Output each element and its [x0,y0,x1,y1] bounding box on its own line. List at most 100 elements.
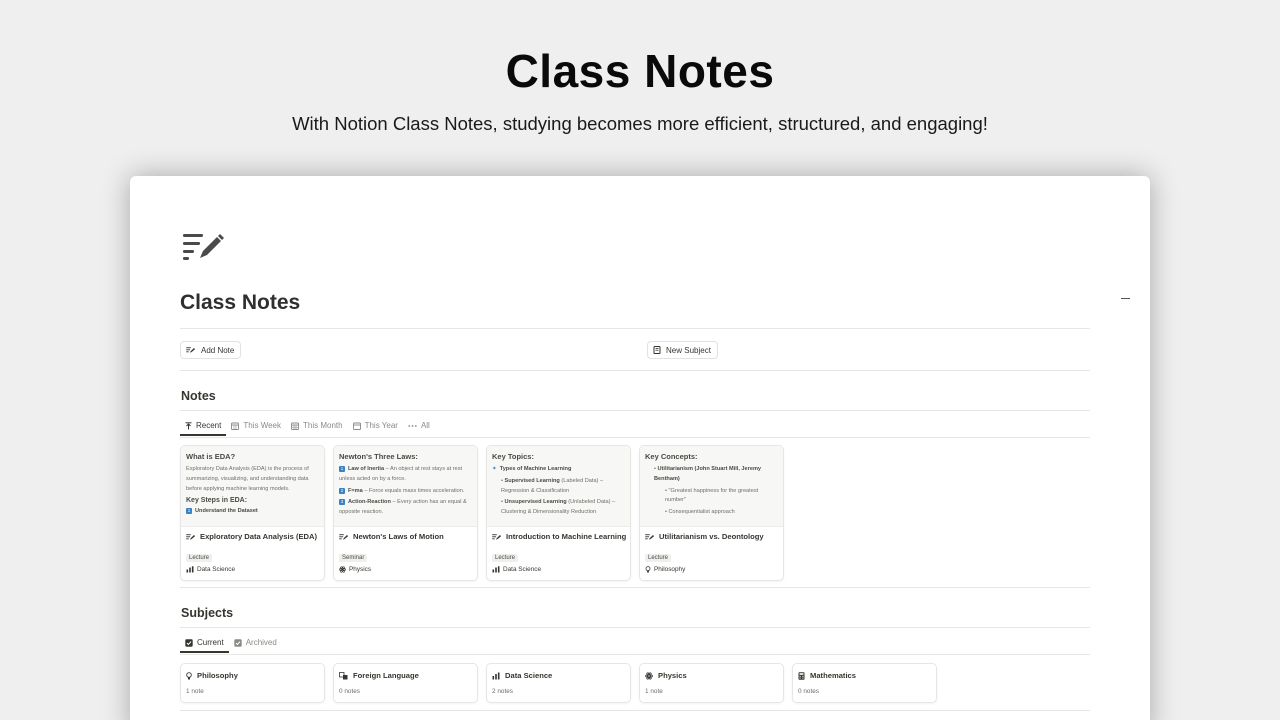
notion-page-window: Class Notes Add Note New Subject Notes R… [130,176,1150,720]
note-count: 2 notes [492,688,513,695]
type-tag: Lecture [186,554,213,562]
divider [180,370,1090,371]
new-subject-button[interactable]: New Subject [647,341,718,359]
preview-list-item: • Consequentialist approach [645,508,778,518]
notes-edit-icon [645,533,655,540]
notes-section-title: Notes [181,389,216,403]
preview-list-item: 1 Law of Inertia – An object at rest stay… [339,465,472,485]
subject-property: Data Science [186,566,319,573]
tab-archived[interactable]: Archived [229,638,282,653]
tab-label: Archived [245,638,277,647]
preview-item-text: Consequentialist approach [668,509,735,516]
preview-item-bold: Types of Machine Learning [499,466,572,472]
calculator-icon [798,671,805,680]
subject-card-physics[interactable]: Physics 1 note [639,663,784,703]
new-subject-label: New Subject [666,345,711,355]
preview-item-bold: Utilitarianism (John Stuart Mill, Jeremy… [654,466,762,482]
note-card[interactable]: Newton's Three Laws: 1 Law of Inertia – A… [333,445,478,581]
card-title-text: Exploratory Data Analysis (EDA) [200,532,318,541]
subjects-gallery: Philosophy 1 note Foreign Language 0 not… [180,663,937,703]
card-preview: Key Topics: ✦ Types of Machine Learning •… [487,446,630,527]
preview-heading: Key Concepts: [645,452,698,461]
notes-view-tabs: Recent This Week This Month This Year Al… [180,421,435,436]
tab-current[interactable]: Current [180,638,229,653]
tab-recent[interactable]: Recent [180,421,227,436]
note-card[interactable]: Key Topics: ✦ Types of Machine Learning •… [486,445,631,581]
preview-heading: What is EDA? [186,452,236,461]
subject-card-philosophy[interactable]: Philosophy 1 note [180,663,325,703]
bulb-icon [645,566,651,573]
subject-label: Philosophy [654,566,686,573]
subject-title: Data Science [492,671,625,680]
calendar-month-icon [291,422,299,430]
note-count: 1 note [645,688,663,695]
subject-title: Physics [645,671,778,680]
tab-all[interactable]: All [403,421,435,436]
subject-card-data-science[interactable]: Data Science 2 notes [486,663,631,703]
notes-edit-icon [186,347,196,353]
card-title: Utilitarianism vs. Deontology [645,532,778,541]
note-card[interactable]: What is EDA? Exploratory Data Analysis (… [180,445,325,581]
tab-label: This Month [303,421,343,430]
note-count: 0 notes [798,688,819,695]
preview-list-item: 2 F=ma – Force equals mass times accelera… [339,487,472,497]
type-tag: Lecture [645,554,672,562]
subject-name: Mathematics [810,671,857,680]
subject-label: Physics [349,566,372,573]
divider [180,328,1090,329]
divider [180,437,1090,438]
subjects-section-title: Subjects [181,606,234,620]
tab-this-month[interactable]: This Month [286,421,348,436]
hero-title: Class Notes [505,45,775,97]
preview-item-text: – Force equals mass times acceleration. [362,487,465,494]
collapse-icon[interactable] [1121,298,1130,299]
tab-label: Recent [196,421,222,430]
divider [180,587,1090,588]
subject-name: Foreign Language [353,671,419,680]
preview-paragraph: Exploratory Data Analysis (EDA) is the p… [186,466,309,492]
subject-label: Data Science [197,566,236,573]
divider [180,627,1090,628]
subject-label: Data Science [503,566,542,573]
subject-card-mathematics[interactable]: Mathematics 0 notes [792,663,937,703]
number-badge: 1 [186,508,192,515]
preview-item-bold: Unsupervised Learning [504,499,567,506]
card-title-text: Newton's Laws of Motion [353,532,444,541]
preview-list-item: • "Greatest happiness for the greatest n… [645,487,778,507]
preview-item-text: Understand the Dataset [195,508,258,515]
type-tag: Lecture [492,554,519,562]
tab-this-week[interactable]: This Week [226,421,286,436]
note-card[interactable]: Key Concepts: • Utilitarianism (John Stu… [639,445,784,581]
checkbox-icon [185,638,193,647]
notes-edit-icon[interactable] [182,231,226,261]
subject-card-foreign-language[interactable]: Foreign Language 0 notes [333,663,478,703]
book-icon [653,346,661,354]
preview-list-item: ✦ Types of Machine Learning [492,465,625,475]
subject-title: Mathematics [798,671,931,680]
card-title: Introduction to Machine Learning [492,532,627,541]
preview-heading: Newton's Three Laws: [339,452,418,461]
preview-item-bold: Action-Reaction [348,499,391,506]
add-note-label: Add Note [201,345,235,355]
card-title-text: Introduction to Machine Learning [506,532,627,541]
calendar-icon [352,422,361,430]
note-count: 1 note [186,688,204,695]
add-note-button[interactable]: Add Note [180,341,242,359]
subject-name: Data Science [505,671,553,680]
more-icon [408,424,417,427]
divider [180,710,1090,711]
tab-this-year[interactable]: This Year [348,421,403,436]
preview-list-item: 3 Action-Reaction – Every action has an e… [339,498,472,518]
tab-label: This Year [364,421,398,430]
calendar-week-icon [231,422,240,430]
chart-icon [492,672,500,679]
tab-label: All [420,421,430,430]
arrow-up-icon [185,421,192,429]
subject-property: Physics [339,566,472,573]
number-badge: 3 [339,499,345,506]
preview-item-text: "Greatest happiness for the greatest num… [665,487,759,504]
tab-label: Current [197,638,224,647]
card-preview: What is EDA? Exploratory Data Analysis (… [181,446,324,527]
notes-edit-icon [492,533,502,540]
chart-icon [186,566,194,573]
